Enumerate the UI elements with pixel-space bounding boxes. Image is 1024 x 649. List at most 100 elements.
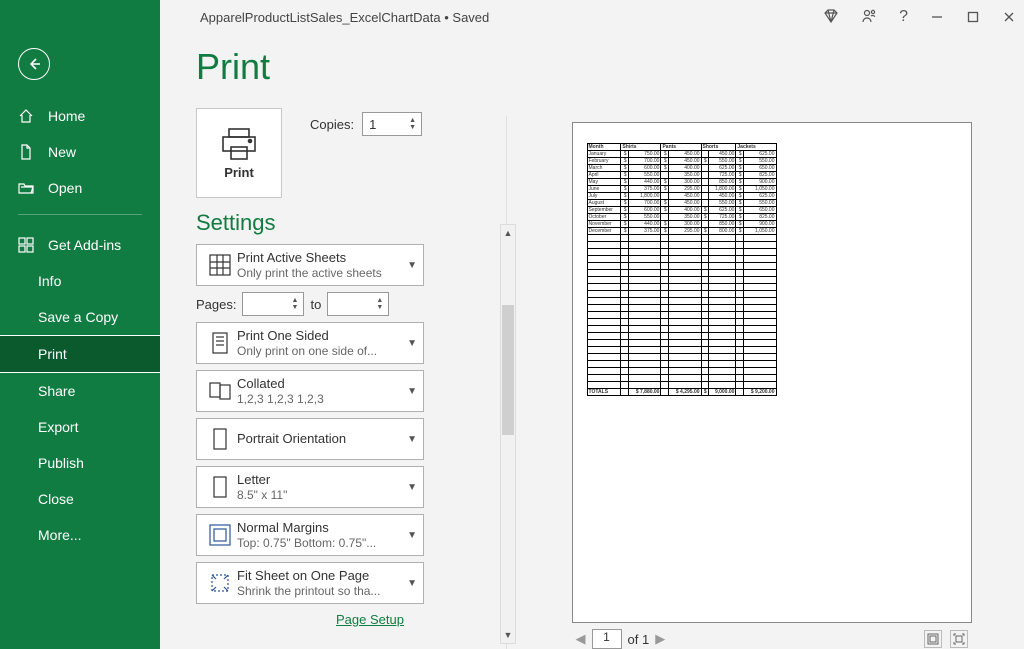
zoom-to-page-button[interactable] [950,630,968,648]
one-sided-icon [207,330,233,356]
diamond-icon[interactable] [823,8,839,27]
setting-title: Print Active Sheets [237,250,407,266]
pages-to-input[interactable]: ▲▼ [327,292,389,316]
sidebar-item-new[interactable]: New [0,134,160,170]
sidebar-item-export[interactable]: Export [0,409,160,445]
chevron-down-icon: ▼ [407,434,417,445]
chevron-down-icon: ▼ [407,338,417,349]
page-title: Print [196,46,494,88]
sidebar-item-label: Get Add-ins [48,237,121,253]
sidebar-item-label: Open [48,180,82,196]
sidebar-separator [18,214,142,215]
setting-title: Print One Sided [237,328,407,344]
sidebar-item-label: Share [38,383,75,399]
sidebar-item-addins[interactable]: Get Add-ins [0,227,160,263]
sidebar-item-saveacopy[interactable]: Save a Copy [0,299,160,335]
open-icon [18,180,34,196]
sidebar-item-more[interactable]: More... [0,517,160,553]
print-button-label: Print [224,165,254,180]
sidebar-item-publish[interactable]: Publish [0,445,160,481]
chevron-down-icon: ▼ [407,260,417,271]
chevron-down-icon: ▼ [407,386,417,397]
sidebar-item-label: Save a Copy [38,309,118,325]
prev-page-button[interactable]: ◀ [576,631,586,647]
sidebar-item-close[interactable]: Close [0,481,160,517]
setting-title: Letter [237,472,407,488]
setting-collate[interactable]: Collated1,2,3 1,2,3 1,2,3 ▼ [196,370,424,412]
sidebar-item-open[interactable]: Open [0,170,160,206]
setting-print-scope[interactable]: Print Active SheetsOnly print the active… [196,244,424,286]
fit-page-icon [207,570,233,596]
setting-sub: 1,2,3 1,2,3 1,2,3 [237,392,407,406]
window-title: ApparelProductListSales_ExcelChartData •… [200,10,489,25]
help-icon[interactable]: ? [899,8,908,26]
settings-scrollbar[interactable]: ▲ ▼ [500,224,516,644]
home-icon [18,108,34,124]
copies-input[interactable]: 1 ▲▼ [362,112,422,136]
pages-from-input[interactable]: ▲▼ [242,292,304,316]
setting-sub: Top: 0.75" Bottom: 0.75"... [237,536,407,550]
printer-icon [219,127,259,161]
page-setup-link[interactable]: Page Setup [336,612,404,627]
setting-margins[interactable]: Normal MarginsTop: 0.75" Bottom: 0.75"..… [196,514,424,556]
title-bar: ApparelProductListSales_ExcelChartData •… [160,0,1024,34]
preview-table: MonthShirtsPantsShortsJacketsJanuary$750… [587,143,777,396]
setting-orientation[interactable]: Portrait Orientation ▼ [196,418,424,460]
print-preview-area: MonthShirtsPantsShortsJacketsJanuary$750… [506,116,1024,649]
setting-sub: Only print on one side of... [237,344,407,358]
next-page-button[interactable]: ▶ [655,631,665,647]
print-button[interactable]: Print [196,108,282,198]
setting-sub: Only print the active sheets [237,266,407,280]
settings-heading: Settings [196,210,494,236]
maximize-button[interactable] [966,10,980,24]
page-of-label: of 1 [628,632,650,647]
setting-title: Normal Margins [237,520,407,536]
spinner-arrows-icon[interactable]: ▲▼ [409,114,419,134]
main-area: Print Print Copies: 1 ▲▼ Settings [160,34,1024,649]
margins-icon [207,522,233,548]
sidebar-item-share[interactable]: Share [0,373,160,409]
show-margins-button[interactable] [924,630,942,648]
spinner-arrows-icon[interactable]: ▲▼ [291,294,301,314]
setting-sided[interactable]: Print One SidedOnly print on one side of… [196,322,424,364]
backstage-sidebar: Home New Open Get Add-ins Info Save a Co… [0,0,160,649]
spinner-arrows-icon[interactable]: ▲▼ [376,294,386,314]
sidebar-item-print[interactable]: Print [0,335,160,373]
share-people-icon[interactable] [861,8,877,27]
setting-scaling[interactable]: Fit Sheet on One PageShrink the printout… [196,562,424,604]
sidebar-item-label: Close [38,491,74,507]
back-button[interactable] [18,48,50,80]
copies-label: Copies: [310,117,354,132]
chevron-down-icon: ▼ [407,578,417,589]
page-number-value: 1 [603,630,610,644]
copies-value: 1 [369,117,376,132]
pages-label: Pages: [196,297,236,312]
sidebar-item-label: Print [38,346,67,362]
letter-icon [207,474,233,500]
minimize-button[interactable] [930,10,944,24]
collated-icon [207,378,233,404]
sidebar-item-label: More... [38,527,82,543]
setting-title: Portrait Orientation [237,431,407,447]
setting-sub: 8.5" x 11" [237,488,407,502]
sidebar-item-info[interactable]: Info [0,263,160,299]
addins-icon [18,237,34,253]
sidebar-item-label: New [48,144,76,160]
new-icon [18,144,34,160]
sidebar-item-label: Home [48,108,85,124]
scroll-down-icon[interactable]: ▼ [501,627,515,643]
sheets-icon [207,252,233,278]
scroll-up-icon[interactable]: ▲ [501,225,515,241]
scrollbar-thumb[interactable] [502,305,514,435]
sidebar-item-home[interactable]: Home [0,98,160,134]
arrow-left-icon [26,56,42,72]
sidebar-item-label: Export [38,419,78,435]
sidebar-item-label: Info [38,273,61,289]
close-button[interactable] [1002,10,1016,24]
page-number-input[interactable]: 1 [592,629,622,649]
chevron-down-icon: ▼ [407,482,417,493]
setting-paper[interactable]: Letter8.5" x 11" ▼ [196,466,424,508]
pages-to-label: to [310,297,321,312]
preview-page: MonthShirtsPantsShortsJacketsJanuary$750… [572,122,972,623]
setting-title: Collated [237,376,407,392]
